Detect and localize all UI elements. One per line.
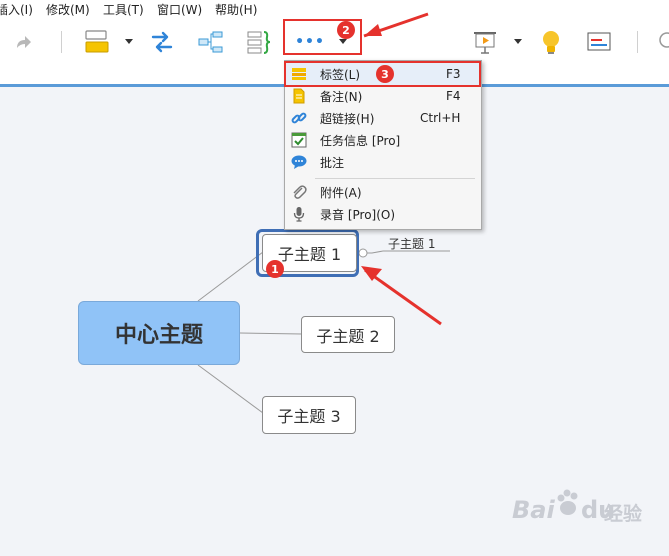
watermark-brand: Bai [512, 496, 555, 524]
paw-icon [556, 488, 580, 521]
annotation-arrows [361, 12, 442, 326]
watermark-site: 经验 [604, 503, 643, 525]
watermark: Bai du 经验 [512, 488, 662, 528]
